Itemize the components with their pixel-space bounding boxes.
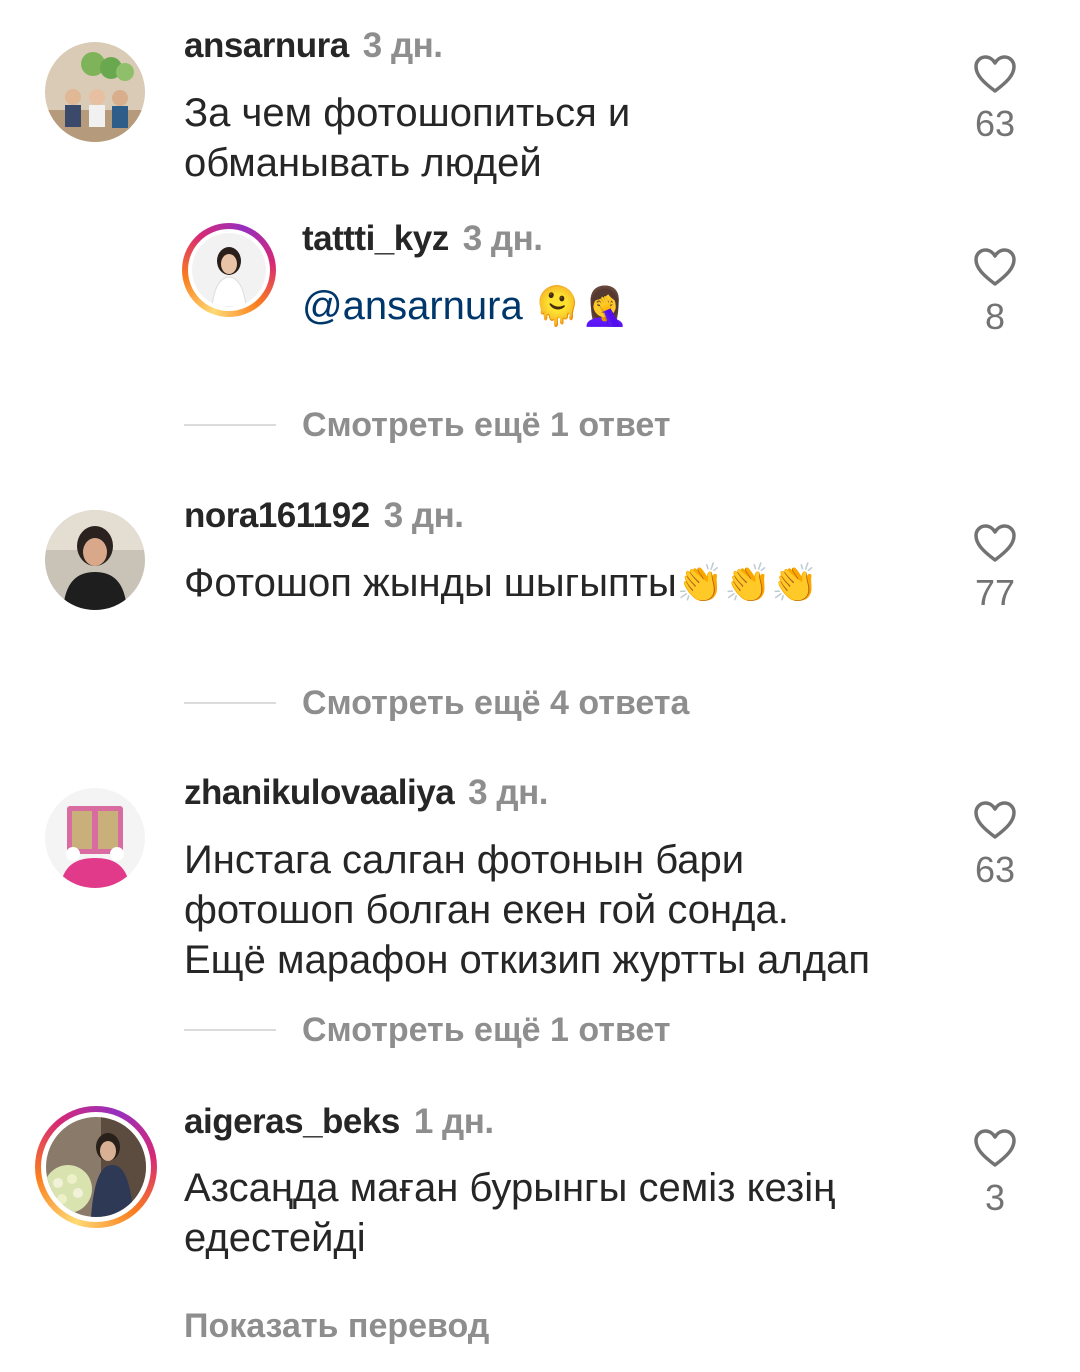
avatar	[46, 1117, 146, 1217]
comment-line: За чем фотошопиться и	[184, 91, 631, 135]
like-count: 8	[984, 296, 1006, 337]
comment-text: Фотошоп жынды шыгыпты👏👏👏	[184, 558, 819, 608]
divider	[184, 1029, 276, 1031]
comment-meta: nora161192 3 дн.	[184, 496, 464, 536]
username[interactable]: aigeras_beks	[184, 1102, 400, 1141]
comment-text: Инстага салган фотонын бари фотошоп болг…	[184, 835, 964, 985]
like-count: 3	[984, 1177, 1006, 1218]
username[interactable]: ansarnura	[184, 26, 349, 65]
story-ring[interactable]	[182, 223, 276, 317]
timestamp: 3 дн.	[462, 219, 543, 258]
timestamp: 3 дн.	[468, 773, 548, 812]
timestamp: 3 дн.	[362, 26, 443, 65]
heart-outline-icon[interactable]	[973, 247, 1017, 287]
divider	[184, 424, 276, 426]
comment-line: Азсаңда маған бурынгы семіз кезің	[184, 1166, 836, 1210]
avatar	[192, 233, 266, 307]
comment-line: едестейді	[184, 1216, 366, 1260]
comment-line: Инстага салган фотонын бари	[184, 838, 745, 882]
emoji: 👏👏👏	[676, 561, 819, 605]
heart-outline-icon[interactable]	[973, 800, 1017, 840]
avatar[interactable]	[45, 510, 145, 610]
comment-meta: ansarnura 3 дн.	[184, 26, 443, 66]
like-button[interactable]: 8	[955, 247, 1035, 335]
avatar[interactable]	[45, 42, 145, 142]
reply-meta: tattti_kyz 3 дн.	[302, 219, 543, 259]
heart-outline-icon[interactable]	[973, 1128, 1017, 1168]
comment-line: обманывать людей	[184, 141, 542, 185]
view-more-replies[interactable]: Смотреть ещё 1 ответ	[302, 1011, 671, 1050]
username[interactable]: tattti_kyz	[302, 219, 449, 258]
divider	[184, 702, 276, 704]
timestamp: 3 дн.	[383, 496, 464, 535]
emoji: 🫠🤦‍♀️	[533, 284, 629, 328]
comment-line: фотошоп болган екен гой сонда.	[184, 888, 789, 932]
timestamp: 1 дн.	[413, 1102, 494, 1141]
view-more-replies[interactable]: Смотреть ещё 1 ответ	[302, 406, 671, 445]
reply-text: @ansarnura 🫠🤦‍♀️	[302, 281, 629, 331]
comment-text: За чем фотошопиться и обманывать людей	[184, 88, 924, 188]
comment-meta: zhanikulovaaliya 3 дн.	[184, 773, 548, 813]
username[interactable]: zhanikulovaaliya	[184, 773, 455, 812]
show-translation[interactable]: Показать перевод	[184, 1307, 489, 1346]
like-count: 77	[974, 572, 1016, 613]
comment-meta: aigeras_beks 1 дн.	[184, 1102, 494, 1142]
comment-line: Ещё марафон откизип журтты алдап	[184, 938, 870, 982]
avatar[interactable]	[45, 788, 145, 888]
like-button[interactable]: 63	[955, 800, 1035, 888]
comment-text: Азсаңда маған бурынгы семіз кезің едесте…	[184, 1163, 964, 1263]
mention-link[interactable]: @ansarnura	[302, 284, 523, 328]
like-count: 63	[974, 849, 1016, 890]
view-more-replies[interactable]: Смотреть ещё 4 ответа	[302, 684, 689, 723]
username[interactable]: nora161192	[184, 496, 370, 535]
heart-outline-icon[interactable]	[973, 523, 1017, 563]
heart-outline-icon[interactable]	[973, 54, 1017, 94]
like-button[interactable]: 63	[955, 54, 1035, 142]
comment-line: Фотошоп жынды шыгыпты	[184, 561, 677, 605]
story-ring[interactable]	[35, 1106, 157, 1228]
like-button[interactable]: 77	[955, 523, 1035, 611]
like-button[interactable]: 3	[955, 1128, 1035, 1216]
like-count: 63	[974, 103, 1016, 144]
